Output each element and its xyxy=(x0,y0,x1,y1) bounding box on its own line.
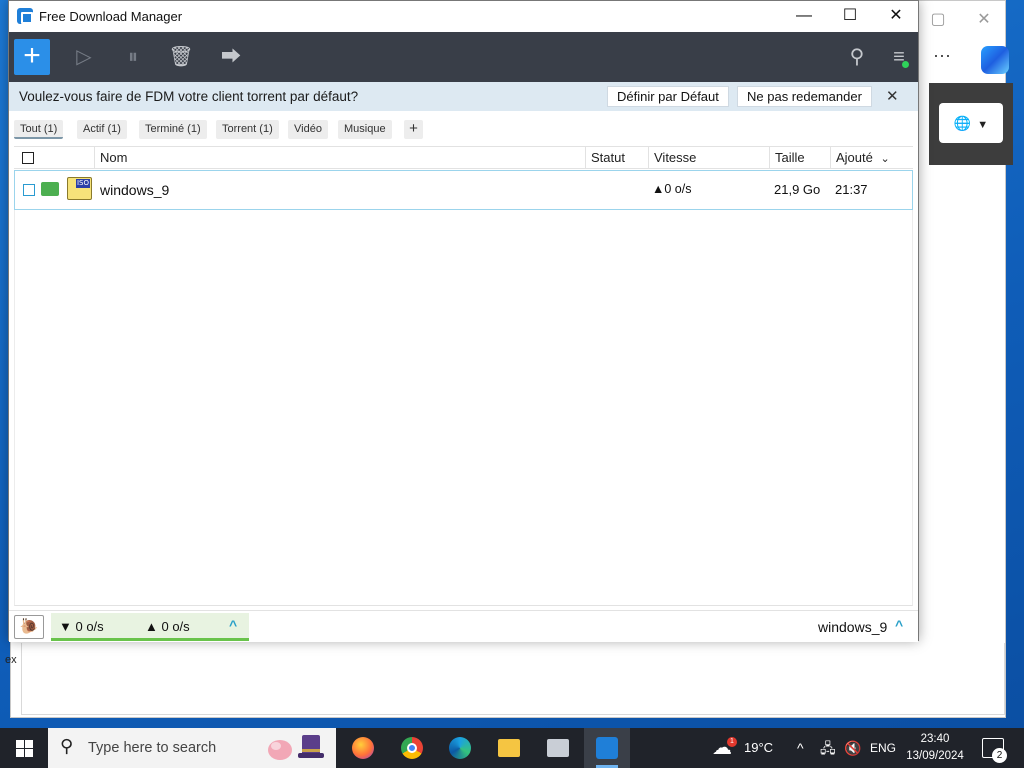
iso-file-icon: ISO xyxy=(67,177,92,200)
filter-music[interactable]: Musique xyxy=(338,120,392,139)
default-client-notice: Voulez-vous faire de FDM votre client to… xyxy=(9,82,918,111)
language-indicator[interactable]: ENG xyxy=(870,728,896,768)
firefox-taskbar-icon[interactable] xyxy=(340,728,386,768)
total-upload-speed: ▲ 0 o/s xyxy=(145,619,190,634)
search-icon[interactable]: ⚲ xyxy=(844,44,870,70)
dont-ask-button[interactable]: Ne pas redemander xyxy=(737,86,872,107)
move-folder-icon[interactable]: ⮕ xyxy=(218,44,244,70)
title-bar: Free Download Manager — ☐ ✕ xyxy=(9,1,918,32)
filter-completed[interactable]: Terminé (1) xyxy=(139,120,207,139)
trash-icon[interactable]: 🗑 xyxy=(168,44,194,70)
clock-date: 13/09/2024 xyxy=(906,750,964,762)
close-button[interactable]: ✕ xyxy=(873,1,919,32)
filter-all[interactable]: Tout (1) xyxy=(14,120,64,139)
add-download-button[interactable]: + xyxy=(14,39,50,75)
network-icon[interactable]: 🖧 xyxy=(820,728,836,768)
background-more-icon[interactable]: ··· xyxy=(933,45,951,66)
filter-video[interactable]: Vidéo xyxy=(288,120,328,139)
search-icon: ⚲ xyxy=(60,736,74,756)
background-content-frame xyxy=(21,643,1005,715)
fdm-taskbar-icon[interactable] xyxy=(584,728,630,768)
volume-muted-icon[interactable]: 🔇 xyxy=(844,728,861,768)
notice-text: Voulez-vous faire de FDM votre client to… xyxy=(19,89,359,104)
set-default-button[interactable]: Définir par Défaut xyxy=(607,86,729,107)
sort-chevron-icon: ⌄ xyxy=(880,153,890,165)
table-header: Nom Statut Vitesse Taille Ajouté ⌄ xyxy=(14,146,913,169)
column-status[interactable]: Statut xyxy=(585,147,648,169)
speed-panel[interactable]: ▼ 0 o/s ▲ 0 o/s ^ xyxy=(51,613,249,641)
file-type-tag: ISO xyxy=(75,179,90,188)
temperature[interactable]: 19°C xyxy=(744,728,773,768)
search-highlight-illustration xyxy=(268,735,324,760)
language-globe-button[interactable]: 🌐 ▼ xyxy=(939,103,1003,143)
start-button[interactable] xyxy=(0,728,48,768)
background-maximize-icon[interactable]: ▢ xyxy=(923,7,953,33)
download-speed: ▲0 o/s xyxy=(652,182,692,196)
weather-icon[interactable]: ☁ xyxy=(712,728,732,768)
fdm-window: Free Download Manager — ☐ ✕ + ▷ ⏸ 🗑 ⮕ ⚲ … xyxy=(8,0,919,642)
download-name: windows_9 xyxy=(100,182,170,198)
pause-icon[interactable]: ⏸ xyxy=(120,44,146,70)
weather-alert-badge: 1 xyxy=(727,737,737,747)
column-speed[interactable]: Vitesse xyxy=(648,147,769,169)
taskbar: ⚲ Type here to search ☁ 1 19°C ^ 🖧 🔇 ENG… xyxy=(0,728,1024,768)
window-title: Free Download Manager xyxy=(39,9,183,24)
expand-speed-chevron-icon[interactable]: ^ xyxy=(229,617,237,633)
notification-count-badge: 2 xyxy=(992,748,1007,763)
remote-desktop-taskbar-icon[interactable] xyxy=(535,728,581,768)
main-toolbar: + ▷ ⏸ 🗑 ⮕ ⚲ ≡ xyxy=(9,32,918,82)
select-all-checkbox[interactable] xyxy=(22,152,34,164)
notice-close-icon[interactable]: ✕ xyxy=(886,87,899,105)
row-checkbox[interactable] xyxy=(23,184,35,196)
connection-status-dot xyxy=(902,61,909,68)
selected-download-name: windows_9 xyxy=(818,619,888,635)
snail-mode-icon[interactable]: 🐌 xyxy=(14,615,44,639)
expand-details-chevron-icon[interactable]: ^ xyxy=(895,617,903,633)
total-download-speed: ▼ 0 o/s xyxy=(59,619,104,634)
download-list-area xyxy=(14,210,913,606)
file-explorer-taskbar-icon[interactable] xyxy=(486,728,532,768)
edge-text-fragment: ex xyxy=(5,654,17,666)
background-close-icon[interactable]: ✕ xyxy=(969,7,999,33)
play-arrow-icon[interactable]: ▷ xyxy=(71,44,97,70)
filter-tabs: Tout (1) Actif (1) Terminé (1) Torrent (… xyxy=(9,117,918,141)
column-size[interactable]: Taille xyxy=(769,147,830,169)
maximize-button[interactable]: ☐ xyxy=(827,1,873,32)
column-added[interactable]: Ajouté ⌄ xyxy=(830,147,913,169)
bottom-bar: 🐌 ▼ 0 o/s ▲ 0 o/s ^ windows_9 ^ xyxy=(9,610,918,642)
folder-icon[interactable] xyxy=(41,182,59,196)
column-added-label: Ajouté xyxy=(836,150,873,165)
filter-torrent[interactable]: Torrent (1) xyxy=(216,120,279,139)
clock-time: 23:40 xyxy=(920,733,950,745)
minimize-button[interactable]: — xyxy=(781,1,827,32)
download-size: 21,9 Go xyxy=(774,182,821,197)
column-name[interactable]: Nom xyxy=(94,147,585,169)
clock[interactable]: 23:40 13/09/2024 xyxy=(902,731,968,765)
tray-chevron-up-icon[interactable]: ^ xyxy=(797,728,804,768)
chrome-taskbar-icon[interactable] xyxy=(389,728,435,768)
add-filter-button[interactable]: + xyxy=(404,120,423,139)
fdm-app-icon xyxy=(17,8,33,24)
taskbar-search-box[interactable]: ⚲ Type here to search xyxy=(48,728,336,768)
windows-logo-pane xyxy=(16,749,24,757)
filter-active[interactable]: Actif (1) xyxy=(77,120,127,139)
edge-taskbar-icon[interactable] xyxy=(437,728,483,768)
windows-logo-pane xyxy=(25,740,33,748)
copilot-icon[interactable] xyxy=(981,46,1009,74)
search-placeholder: Type here to search xyxy=(88,740,217,756)
download-added: 21:37 xyxy=(835,182,868,197)
windows-logo-pane xyxy=(25,749,33,757)
windows-logo-pane xyxy=(16,740,24,748)
table-row[interactable]: ISO windows_9 ▲0 o/s 21,9 Go 21:37 xyxy=(14,170,913,210)
